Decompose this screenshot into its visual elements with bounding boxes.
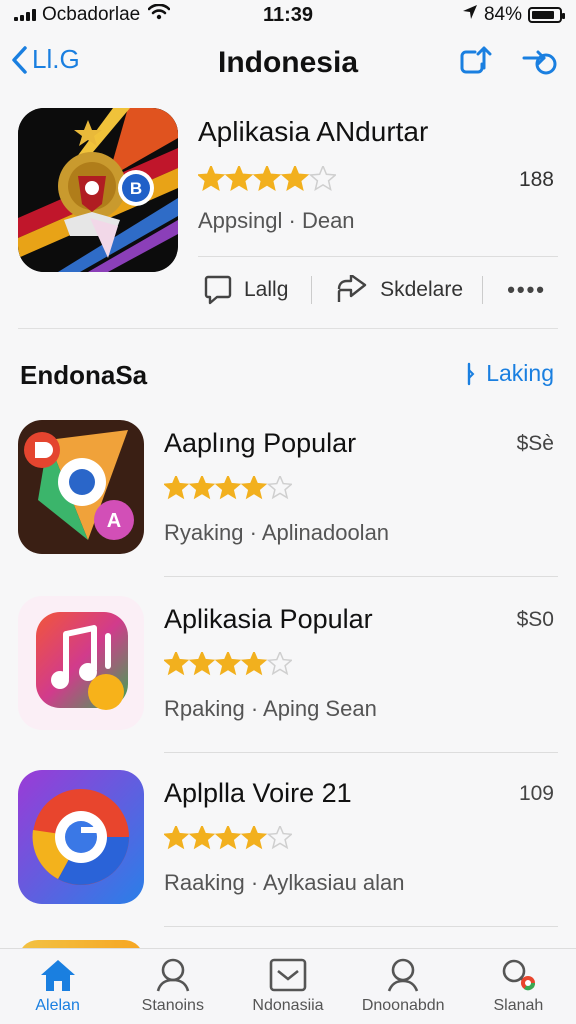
star-filled-icon — [214, 474, 242, 500]
battery-icon — [528, 7, 565, 23]
list-item[interactable]: Aplplla Voire 21 109 Raaking · Aylkasiau… — [18, 770, 558, 927]
share-icon[interactable] — [458, 46, 494, 83]
star-filled-icon — [240, 650, 268, 676]
tab-bar: Alelan Stanoins Ndonasiia Dnoonabdn Slan… — [0, 948, 576, 1024]
tab-home[interactable]: Alelan — [0, 949, 115, 1024]
star-filled-icon — [224, 164, 254, 192]
star-filled-icon — [240, 474, 268, 500]
featured-app[interactable]: B Aplikasia ANdurtar 188 Appsingl · Dean… — [18, 108, 558, 328]
star-filled-icon — [214, 650, 242, 676]
music-icon — [18, 596, 144, 730]
app-price: $S0 — [516, 608, 554, 631]
star-filled-icon — [188, 650, 216, 676]
tab-label: Dnoonabdn — [361, 997, 445, 1014]
tab-label: Slanah — [493, 997, 544, 1014]
app-price: 109 — [518, 782, 554, 805]
chevron-left-icon — [12, 45, 27, 74]
see-all-link[interactable]: Laking — [466, 360, 554, 387]
star-rating-icons — [162, 474, 294, 500]
divider — [311, 276, 313, 304]
search-icon — [503, 959, 536, 991]
featured-app-subtitle: Appsingl · Dean — [198, 208, 355, 233]
inbox-icon — [269, 958, 307, 992]
battery-fill — [532, 11, 554, 19]
star-empty-icon — [266, 474, 294, 500]
see-all-label: Laking — [486, 360, 554, 386]
divider — [198, 256, 558, 257]
app-subtitle: Ryaking · Aplinadoolan — [164, 520, 390, 545]
carrier-name: Ocbadorlae — [42, 4, 141, 25]
signal-icon — [14, 9, 36, 21]
star-filled-icon — [196, 164, 226, 192]
star-rating-icons — [162, 824, 294, 850]
section-title: EndonaSa — [20, 360, 148, 390]
app-rating — [162, 824, 294, 855]
star-rating-icons — [162, 650, 294, 676]
maps-icon: A — [18, 420, 144, 554]
status-bar: Ocbadorlae 11:39 84% — [0, 0, 576, 30]
star-filled-icon — [252, 164, 282, 192]
divider — [164, 752, 558, 753]
star-filled-icon — [162, 650, 190, 676]
like-label: Lallg — [244, 278, 289, 301]
cursor-bar-icon — [468, 362, 475, 385]
app-title: Aplikasia Popular — [164, 604, 373, 634]
star-filled-icon — [162, 474, 190, 500]
person-icon — [156, 958, 190, 992]
browser-icon — [18, 770, 144, 904]
app-price: $Sè — [516, 432, 554, 455]
share-button[interactable]: Skdelare — [336, 275, 482, 305]
star-empty-icon — [266, 824, 294, 850]
back-label: Ll.G — [32, 44, 80, 74]
share-label: Skdelare — [380, 278, 463, 301]
app-subtitle: Rpaking · Aping Sean — [164, 696, 377, 721]
divider — [482, 276, 484, 304]
home-icon — [40, 960, 75, 991]
tab-dnoonabdn[interactable]: Dnoonabdn — [346, 949, 461, 1024]
star-filled-icon — [240, 824, 268, 850]
battery-percent: 84% — [483, 4, 522, 25]
svg-text:A: A — [107, 510, 121, 532]
divider — [164, 926, 558, 927]
search-person-icon — [387, 958, 419, 992]
back-button[interactable]: Ll.G — [10, 44, 80, 75]
list-item[interactable]: Aplikasia Popular $S0 Rpaking · Aping Se… — [18, 596, 558, 753]
wifi-icon — [147, 3, 171, 26]
refresh-icon[interactable] — [520, 46, 558, 83]
featured-rating — [196, 164, 338, 197]
list-item[interactable]: A Aaplıng Popular $Sè Ryaking · Aplinado… — [18, 420, 558, 577]
section-divider — [18, 328, 558, 329]
nav-bar: Ll.G Indonesia — [0, 36, 576, 92]
divider — [164, 576, 558, 577]
tab-label: Stanoins — [141, 997, 204, 1014]
rating-count: 188 — [518, 168, 554, 191]
star-rating-icons — [196, 164, 338, 192]
app-rating — [162, 474, 294, 505]
tab-stanoins[interactable]: Stanoins — [115, 949, 230, 1024]
app-rating — [162, 650, 294, 681]
tab-label: Alelan — [35, 997, 80, 1014]
app-subtitle: Raaking · Aylkasiau alan — [164, 870, 405, 895]
tab-ndonasiia[interactable]: Ndonasiia — [230, 949, 345, 1024]
star-filled-icon — [214, 824, 242, 850]
tab-label: Ndonasiia — [252, 997, 324, 1014]
like-button[interactable]: Lallg — [204, 274, 311, 306]
featured-app-icon: B — [18, 108, 178, 272]
app-title: Aaplıng Popular — [164, 428, 357, 458]
star-filled-icon — [188, 474, 216, 500]
more-button[interactable]: •••• — [507, 277, 546, 303]
star-filled-icon — [188, 824, 216, 850]
location-icon — [462, 4, 478, 26]
featured-app-title: Aplikasia ANdurtar — [198, 116, 429, 147]
star-filled-icon — [280, 164, 310, 192]
star-empty-icon — [266, 650, 294, 676]
share-arrow-icon — [337, 275, 367, 302]
star-filled-icon — [162, 824, 190, 850]
tab-search[interactable]: Slanah — [461, 949, 576, 1024]
app-title: Aplplla Voire 21 — [164, 778, 352, 808]
svg-text:B: B — [130, 179, 142, 198]
comment-icon — [204, 275, 232, 305]
star-empty-icon — [308, 164, 338, 192]
